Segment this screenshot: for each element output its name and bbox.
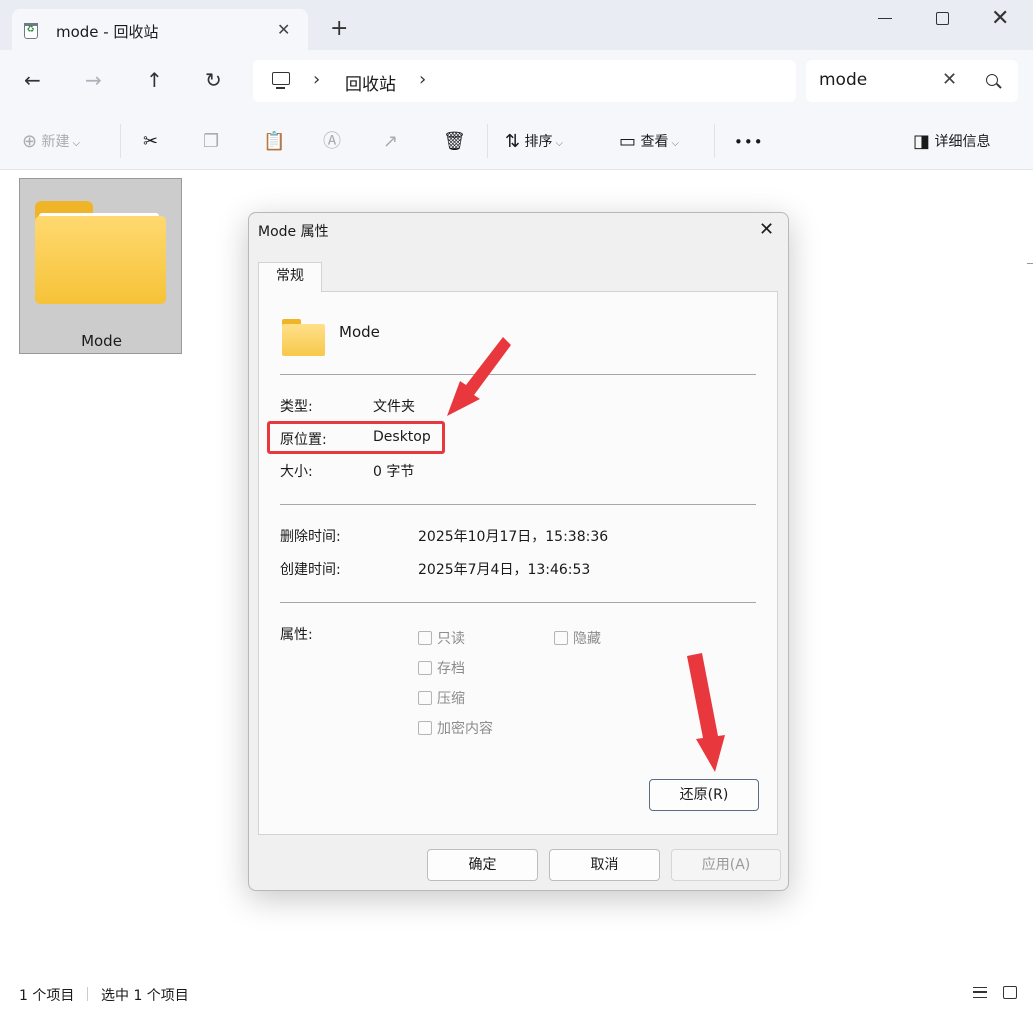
archive-checkbox[interactable]: 存档	[418, 658, 465, 678]
size-label: 大小:	[280, 464, 313, 480]
back-button[interactable]: ←	[24, 66, 41, 94]
copy-button[interactable]: ❐	[203, 129, 219, 155]
more-options-button[interactable]: •••	[734, 129, 764, 155]
hidden-checkbox[interactable]: 隐藏	[554, 628, 601, 648]
address-bar[interactable]: › 回收站 ›	[253, 60, 796, 102]
navigation-bar: ← → ↑ ↻ › 回收站 › mode ✕	[0, 50, 1033, 112]
divider	[120, 124, 121, 158]
cut-button[interactable]: ✂	[143, 129, 158, 155]
apply-button[interactable]: 应用(A)	[671, 849, 781, 881]
view-button[interactable]: ▭ 查看 ⌵	[619, 129, 679, 155]
command-bar: ⊕ 新建 ⌵ ✂ ❐ 📋 Ⓐ ↗ 🗑 ⇅ 排序 ⌵ ▭ 查看 ⌵ ••• ◨ 详细信息	[0, 112, 1033, 170]
tab-recycle-bin[interactable]: mode - 回收站 ✕	[12, 9, 308, 51]
up-button[interactable]: ↑	[146, 66, 163, 94]
file-item-mode[interactable]: Mode	[19, 178, 182, 354]
selected-count: 选中 1 个项目	[101, 988, 189, 1004]
breadcrumb-recycle-bin[interactable]: 回收站	[345, 70, 396, 95]
chevron-down-icon: ⌵	[72, 138, 81, 149]
ok-button[interactable]: 确定	[427, 849, 538, 881]
copy-icon: ❐	[203, 131, 220, 152]
general-panel: Mode 类型: 文件夹 原位置: Desktop 大小: 0 字节 删除时间:…	[258, 291, 778, 835]
search-input[interactable]: mode	[819, 70, 867, 90]
tab-general[interactable]: 常规	[258, 262, 322, 292]
highlight-box	[267, 421, 445, 454]
scrollbar-marker	[1027, 263, 1033, 264]
status-bar: 1 个项目 选中 1 个项目	[0, 975, 1033, 1010]
chevron-down-icon: ⌵	[555, 138, 564, 149]
share-icon: ↗	[383, 131, 399, 152]
created-label: 创建时间:	[280, 562, 341, 578]
dialog-close-button[interactable]: ✕	[759, 219, 774, 240]
item-count: 1 个项目	[19, 988, 75, 1004]
delete-button[interactable]: 🗑	[443, 129, 466, 155]
deleted-value: 2025年10月17日，15:38:36	[418, 529, 609, 545]
folder-icon	[282, 319, 325, 356]
recycle-bin-icon	[24, 23, 38, 39]
clipboard-icon: 📋	[263, 131, 286, 152]
chevron-down-icon: ⌵	[671, 138, 680, 149]
forward-button[interactable]: →	[85, 66, 102, 94]
properties-dialog: Mode 属性 ✕ 常规 Mode 类型: 文件夹 原位置: Desktop 大…	[248, 212, 789, 891]
readonly-checkbox[interactable]: 只读	[418, 628, 465, 648]
details-view-icon[interactable]	[973, 987, 987, 998]
details-pane-icon: ◨	[913, 131, 931, 152]
close-tab-icon[interactable]: ✕	[277, 20, 290, 39]
deleted-label: 删除时间:	[280, 529, 341, 545]
divider	[714, 124, 715, 158]
rename-button[interactable]: Ⓐ	[323, 129, 341, 155]
sort-icon: ⇅	[505, 131, 521, 152]
encrypt-checkbox[interactable]: 加密内容	[418, 718, 493, 738]
cancel-button[interactable]: 取消	[549, 849, 660, 881]
restore-button[interactable]: 还原(R)	[649, 779, 759, 811]
compress-checkbox[interactable]: 压缩	[418, 688, 465, 708]
this-pc-icon[interactable]	[272, 72, 290, 89]
share-button[interactable]: ↗	[383, 129, 398, 155]
chevron-right-icon[interactable]: ›	[313, 69, 320, 90]
tiles-view-icon[interactable]	[1003, 986, 1017, 999]
size-value: 0 字节	[373, 464, 415, 480]
divider	[280, 374, 756, 375]
clear-search-icon[interactable]: ✕	[942, 69, 957, 90]
created-value: 2025年7月4日，13:46:53	[418, 562, 591, 578]
refresh-button[interactable]: ↻	[205, 66, 222, 94]
divider	[280, 602, 756, 603]
minimize-button[interactable]	[878, 18, 892, 19]
chevron-right-icon[interactable]: ›	[419, 69, 426, 90]
trash-icon: 🗑	[443, 131, 466, 152]
rename-icon: Ⓐ	[323, 131, 341, 152]
attributes-label: 属性:	[280, 627, 313, 643]
new-button[interactable]: ⊕ 新建 ⌵	[22, 129, 80, 155]
tab-title: mode - 回收站	[56, 23, 159, 41]
new-tab-button[interactable]: +	[330, 18, 348, 40]
details-button[interactable]: ◨ 详细信息	[913, 129, 990, 155]
search-icon[interactable]	[986, 74, 998, 86]
maximize-button[interactable]	[936, 12, 949, 25]
close-window-button[interactable]: ✕	[991, 6, 1009, 31]
type-value: 文件夹	[373, 399, 415, 415]
scissors-icon: ✂	[143, 131, 159, 152]
divider	[280, 504, 756, 505]
divider	[87, 987, 88, 1001]
title-bar: mode - 回收站 ✕ + ✕	[0, 0, 1033, 51]
view-icon: ▭	[619, 131, 637, 152]
sort-button[interactable]: ⇅ 排序 ⌵	[505, 129, 563, 155]
search-box[interactable]: mode ✕	[806, 60, 1018, 102]
paste-button[interactable]: 📋	[263, 129, 285, 155]
item-name: Mode	[339, 323, 380, 341]
type-label: 类型:	[280, 399, 313, 415]
dialog-title: Mode 属性	[258, 224, 329, 240]
plus-circle-icon: ⊕	[22, 131, 38, 152]
file-name: Mode	[81, 332, 122, 350]
folder-icon	[35, 201, 166, 304]
divider	[487, 124, 488, 158]
